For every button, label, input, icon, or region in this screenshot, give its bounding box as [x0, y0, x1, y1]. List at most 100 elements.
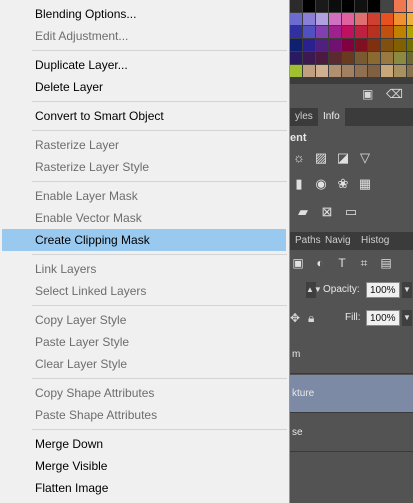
hue-saturation-icon[interactable]: ▮: [290, 176, 308, 192]
menu-item-merge-down[interactable]: Merge Down: [2, 433, 286, 455]
color-swatch[interactable]: [290, 26, 302, 38]
levels-icon[interactable]: ▨: [312, 150, 330, 166]
color-swatch[interactable]: [368, 65, 380, 77]
color-swatch[interactable]: [316, 65, 328, 77]
color-swatch[interactable]: [342, 39, 354, 51]
color-swatch[interactable]: [303, 0, 315, 12]
color-swatch[interactable]: [381, 65, 393, 77]
color-swatch[interactable]: [368, 0, 380, 12]
trash-icon[interactable]: ⌫: [386, 88, 403, 100]
color-swatch[interactable]: [290, 65, 302, 77]
tab-styles[interactable]: yles: [290, 108, 318, 126]
gradient-triangle-icon[interactable]: ▽: [356, 150, 374, 166]
menu-item-create-clipping-mask[interactable]: Create Clipping Mask: [2, 229, 286, 251]
color-swatch[interactable]: [381, 26, 393, 38]
color-swatch[interactable]: [316, 52, 328, 64]
color-swatch[interactable]: [407, 39, 413, 51]
filter-adjustment-icon[interactable]: ◐: [312, 256, 328, 270]
color-swatch[interactable]: [381, 52, 393, 64]
lock-all-icon[interactable]: 🔒︎: [308, 312, 314, 324]
color-swatch[interactable]: [394, 52, 406, 64]
fill-dropdown-icon[interactable]: ▼: [402, 310, 412, 326]
color-lookup-icon[interactable]: ▦: [356, 176, 374, 192]
layer-row[interactable]: se: [290, 414, 413, 452]
opacity-input[interactable]: 100%: [366, 282, 400, 298]
new-swatch-icon[interactable]: ▣: [362, 88, 373, 100]
color-swatch[interactable]: [368, 52, 380, 64]
posterize-icon[interactable]: ▰: [294, 204, 312, 220]
color-swatch[interactable]: [329, 13, 341, 25]
color-swatch[interactable]: [316, 26, 328, 38]
curves-icon[interactable]: ◪: [334, 150, 352, 166]
color-swatch[interactable]: [394, 0, 406, 12]
fill-input[interactable]: 100%: [366, 310, 400, 326]
channel-mixer-icon[interactable]: ❀: [334, 176, 352, 192]
color-swatch[interactable]: [342, 26, 354, 38]
color-swatch[interactable]: [329, 39, 341, 51]
blend-mode-arrow-icon[interactable]: ▲▼: [306, 282, 322, 298]
color-swatch[interactable]: [394, 26, 406, 38]
tab-histogram[interactable]: Histog: [356, 232, 394, 250]
lock-position-icon[interactable]: ✥: [290, 312, 300, 324]
threshold-icon[interactable]: ⊠: [318, 204, 336, 220]
color-swatch[interactable]: [303, 52, 315, 64]
tab-navigator[interactable]: Navig: [320, 232, 356, 250]
color-swatch[interactable]: [303, 39, 315, 51]
color-swatch[interactable]: [407, 65, 413, 77]
color-swatch[interactable]: [355, 0, 367, 12]
color-swatch[interactable]: [407, 26, 413, 38]
menu-item-convert-to-smart-object[interactable]: Convert to Smart Object: [2, 105, 286, 127]
color-swatch[interactable]: [329, 52, 341, 64]
tab-info[interactable]: Info: [318, 108, 345, 126]
menu-item-flatten-image[interactable]: Flatten Image: [2, 477, 286, 499]
filter-smart-object-icon[interactable]: ▤: [378, 256, 394, 270]
color-swatch[interactable]: [368, 13, 380, 25]
color-swatch[interactable]: [407, 52, 413, 64]
color-swatch[interactable]: [355, 52, 367, 64]
filter-pixel-icon[interactable]: ▣: [290, 256, 306, 270]
color-swatch[interactable]: [290, 0, 302, 12]
color-swatch[interactable]: [355, 26, 367, 38]
color-swatch[interactable]: [342, 13, 354, 25]
color-swatch[interactable]: [355, 39, 367, 51]
color-swatch[interactable]: [355, 13, 367, 25]
color-swatch[interactable]: [394, 13, 406, 25]
menu-item-delete-layer[interactable]: Delete Layer: [2, 76, 286, 98]
color-swatch[interactable]: [407, 13, 413, 25]
color-swatch[interactable]: [342, 65, 354, 77]
filter-type-icon[interactable]: T: [334, 256, 350, 270]
color-swatch[interactable]: [342, 52, 354, 64]
brightness-icon[interactable]: ☼: [290, 150, 308, 166]
color-swatch[interactable]: [290, 52, 302, 64]
menu-item-merge-visible[interactable]: Merge Visible: [2, 455, 286, 477]
color-swatch[interactable]: [368, 26, 380, 38]
color-swatch[interactable]: [316, 39, 328, 51]
layer-row[interactable]: kture: [290, 375, 413, 413]
color-swatch[interactable]: [355, 65, 367, 77]
color-balance-icon[interactable]: ◉: [312, 176, 330, 192]
color-swatch[interactable]: [381, 0, 393, 12]
gradient-map-icon[interactable]: ▭: [342, 204, 360, 220]
color-swatch[interactable]: [329, 65, 341, 77]
color-swatch[interactable]: [342, 0, 354, 12]
menu-item-duplicate-layer[interactable]: Duplicate Layer...: [2, 54, 286, 76]
filter-shape-icon[interactable]: ⌗: [356, 256, 372, 270]
color-swatch[interactable]: [290, 13, 302, 25]
menu-item-blending-options[interactable]: Blending Options...: [2, 3, 286, 25]
color-swatch[interactable]: [303, 65, 315, 77]
color-swatch[interactable]: [316, 13, 328, 25]
color-swatch[interactable]: [381, 13, 393, 25]
color-swatch[interactable]: [290, 39, 302, 51]
color-swatch[interactable]: [394, 65, 406, 77]
color-swatch[interactable]: [303, 26, 315, 38]
color-swatch[interactable]: [368, 39, 380, 51]
layer-row[interactable]: m: [290, 336, 413, 374]
color-swatch[interactable]: [329, 26, 341, 38]
opacity-dropdown-icon[interactable]: ▼: [402, 282, 412, 298]
color-swatch[interactable]: [329, 0, 341, 12]
color-swatch[interactable]: [303, 13, 315, 25]
color-swatch[interactable]: [394, 39, 406, 51]
color-swatch[interactable]: [407, 0, 413, 12]
color-swatch[interactable]: [381, 39, 393, 51]
color-swatch[interactable]: [316, 0, 328, 12]
